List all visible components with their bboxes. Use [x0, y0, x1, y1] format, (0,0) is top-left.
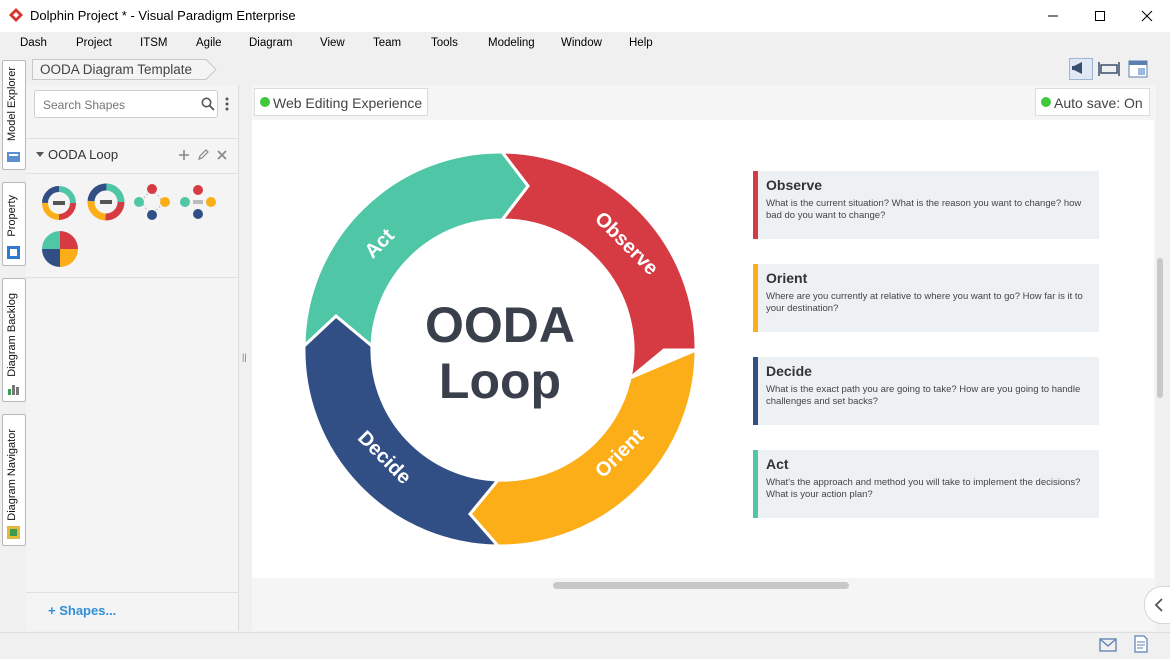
- tab-label: Diagram Navigator: [6, 429, 18, 521]
- remove-icon[interactable]: [216, 149, 228, 161]
- card-description: What is the current situation? What is t…: [766, 198, 1082, 221]
- shape-group-header[interactable]: OODA Loop: [26, 138, 238, 174]
- fit-screen-icon: [1098, 62, 1120, 76]
- shapes-link[interactable]: + Shapes...: [48, 603, 116, 618]
- menu-tools[interactable]: Tools: [431, 37, 458, 49]
- close-button[interactable]: [1124, 0, 1170, 32]
- megaphone-icon: [1072, 62, 1082, 74]
- card-title: Act: [766, 456, 789, 472]
- add-icon[interactable]: [178, 149, 190, 161]
- side-tab-strip: Model Explorer Property Diagram Backlog …: [0, 56, 26, 632]
- close-icon: [1141, 10, 1153, 22]
- observe-card[interactable]: Observe What is the current situation? W…: [753, 171, 1099, 239]
- minimize-button[interactable]: [1030, 0, 1076, 32]
- center-title-line1: OODA: [425, 297, 575, 353]
- diagram-navigator-icon: [7, 526, 20, 539]
- menu-modeling[interactable]: Modeling: [488, 37, 535, 49]
- diagram-backlog-icon: [8, 385, 19, 395]
- menu-view[interactable]: View: [320, 37, 345, 49]
- more-options-icon[interactable]: [224, 96, 230, 112]
- card-accent: [753, 450, 758, 518]
- app-logo-icon: [9, 8, 23, 22]
- model-explorer-icon: [7, 152, 20, 162]
- divider: [26, 592, 238, 593]
- card-title: Decide: [766, 363, 812, 379]
- web-editing-label: Web Editing Experience: [273, 95, 423, 111]
- chevron-left-icon: [1154, 598, 1163, 612]
- plus-icon: +: [48, 603, 60, 618]
- card-accent: [753, 357, 758, 425]
- layout-panel-button[interactable]: [1127, 59, 1149, 79]
- tab-diagram-navigator[interactable]: Diagram Navigator: [2, 414, 26, 546]
- card-description: Where are you currently at relative to w…: [766, 291, 1083, 314]
- ooda-ring: OODA Loop Observe Orient Decide Act: [302, 150, 698, 548]
- tab-model-explorer[interactable]: Model Explorer: [2, 60, 26, 170]
- edit-icon[interactable]: [197, 149, 209, 161]
- menu-agile[interactable]: Agile: [196, 37, 222, 49]
- announce-button[interactable]: [1069, 58, 1093, 80]
- property-icon: [7, 246, 20, 259]
- search-shapes-box[interactable]: [34, 90, 218, 118]
- menu-diagram[interactable]: Diagram: [249, 37, 292, 49]
- orient-card[interactable]: Orient Where are you currently at relati…: [753, 264, 1099, 332]
- menu-dash[interactable]: Dash: [20, 37, 47, 49]
- maximize-button[interactable]: [1077, 0, 1123, 32]
- status-bar: [0, 632, 1170, 659]
- shapes-link-label: Shapes...: [59, 603, 117, 618]
- shape-thumb-ooda-ring-alt[interactable]: [85, 182, 127, 222]
- search-icon[interactable]: [201, 97, 215, 111]
- menu-help[interactable]: Help: [629, 37, 653, 49]
- status-dot-icon: [260, 97, 270, 107]
- divider: [26, 277, 238, 278]
- mail-icon[interactable]: [1099, 638, 1117, 652]
- maximize-icon: [1095, 11, 1105, 21]
- fit-diagram-button[interactable]: [1098, 59, 1120, 79]
- minimize-icon: [1048, 15, 1058, 17]
- autosave-label: Auto save: On: [1054, 95, 1143, 111]
- act-card[interactable]: Act What's the approach and method you w…: [753, 450, 1099, 518]
- card-description: What's the approach and method you will …: [766, 477, 1081, 500]
- web-editing-badge[interactable]: Web Editing Experience: [254, 88, 428, 116]
- tab-diagram-backlog[interactable]: Diagram Backlog: [2, 278, 26, 402]
- menu-itsm[interactable]: ITSM: [140, 37, 167, 49]
- shape-thumb-ooda-nodes[interactable]: [132, 184, 172, 222]
- tab-label: Diagram Backlog: [6, 293, 18, 377]
- document-icon[interactable]: [1133, 635, 1149, 653]
- collapse-panel-button[interactable]: [1144, 586, 1170, 624]
- menu-team[interactable]: Team: [373, 37, 401, 49]
- decide-card[interactable]: Decide What is the exact path you are go…: [753, 357, 1099, 425]
- splitter-grip-icon[interactable]: ||: [242, 352, 247, 362]
- card-description: What is the exact path you are going to …: [766, 384, 1081, 407]
- shape-thumb-ooda-cross[interactable]: [178, 184, 218, 222]
- menu-window[interactable]: Window: [561, 37, 602, 49]
- tab-label: Property: [6, 195, 18, 237]
- shape-thumb-ooda-quadrant[interactable]: [40, 229, 80, 269]
- tab-label: Model Explorer: [6, 67, 18, 141]
- title-bar: Dolphin Project * - Visual Paradigm Ente…: [0, 0, 1170, 32]
- chevron-down-icon[interactable]: [35, 151, 45, 159]
- center-title-line2: Loop: [439, 353, 561, 409]
- card-title: Orient: [766, 270, 808, 286]
- window-title: Dolphin Project * - Visual Paradigm Ente…: [30, 8, 296, 23]
- status-dot-icon: [1041, 97, 1051, 107]
- autosave-badge[interactable]: Auto save: On: [1035, 88, 1150, 116]
- shape-group-title: OODA Loop: [48, 147, 119, 162]
- tab-property[interactable]: Property: [2, 182, 26, 266]
- horizontal-scrollbar[interactable]: [553, 582, 849, 589]
- search-input[interactable]: [41, 97, 195, 113]
- card-accent: [753, 171, 758, 239]
- vertical-scrollbar[interactable]: [1157, 258, 1163, 398]
- shape-thumb-ooda-ring[interactable]: [40, 184, 80, 222]
- menu-project[interactable]: Project: [76, 37, 112, 49]
- card-accent: [753, 264, 758, 332]
- panel-layout-icon: [1128, 60, 1148, 78]
- card-title: Observe: [766, 177, 823, 193]
- breadcrumb-label: OODA Diagram Template: [40, 62, 193, 77]
